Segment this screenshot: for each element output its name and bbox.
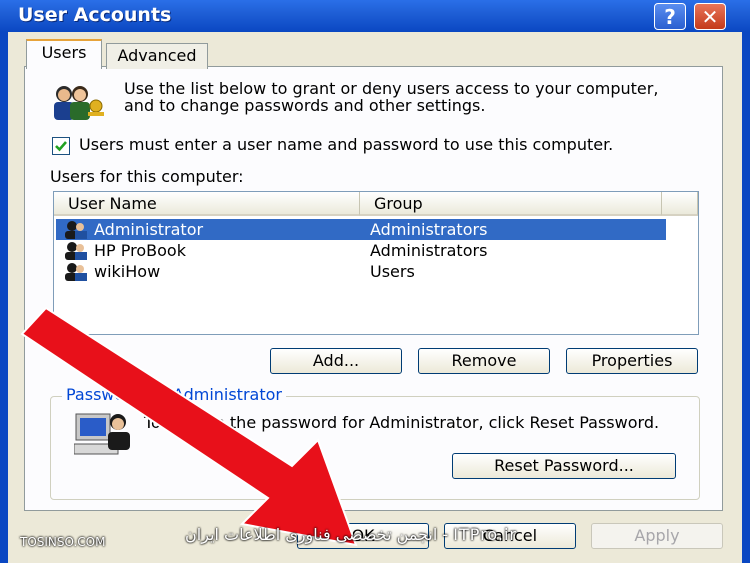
password-group-legend: Password for Administrator: [62, 385, 286, 404]
reset-password-button[interactable]: Reset Password...: [452, 453, 676, 479]
user-row-hp-probook[interactable]: HP ProBook Administrators: [56, 240, 666, 261]
user-group: Administrators: [370, 241, 488, 260]
window-border-right: [742, 32, 750, 563]
watermark-left: TOSINSO.COM: [20, 535, 106, 549]
tab-users[interactable]: Users: [26, 39, 102, 69]
properties-button[interactable]: Properties: [566, 348, 698, 374]
users-list[interactable]: User Name Group Administrator Administra…: [53, 191, 699, 335]
column-header-group[interactable]: Group: [360, 192, 662, 216]
user-name: HP ProBook: [94, 241, 186, 260]
user-icon: [65, 263, 87, 281]
watermark-center: انجمن تخصصی فناوری اطلاعات ایران - ITPro…: [185, 525, 517, 544]
close-icon: ✕: [701, 5, 719, 29]
title-bar: User Accounts ? ✕: [0, 0, 750, 32]
user-accounts-window: User Accounts ? ✕ Users Advanced Use the…: [0, 0, 750, 563]
help-button[interactable]: ?: [654, 3, 686, 30]
column-header-filler: [662, 192, 698, 216]
checkmark-icon: [55, 141, 67, 152]
user-row-wikihow[interactable]: wikiHow Users: [56, 261, 666, 282]
tab-advanced[interactable]: Advanced: [106, 43, 208, 69]
user-group: Administrators: [370, 220, 488, 239]
user-name: wikiHow: [94, 262, 161, 281]
computer-user-icon: [74, 413, 130, 455]
user-group: Users: [370, 262, 415, 281]
users-list-label: Users for this computer:: [50, 167, 244, 186]
window-title: User Accounts: [18, 4, 172, 26]
add-user-button[interactable]: Add...: [270, 348, 402, 374]
require-login-label: Users must enter a user name and passwor…: [79, 135, 614, 154]
users-keys-icon: [54, 86, 104, 120]
column-header-user-name[interactable]: User Name: [54, 192, 360, 216]
intro-text: Use the list below to grant or deny user…: [124, 79, 659, 115]
help-icon: ?: [664, 5, 676, 29]
user-icon: [65, 221, 87, 239]
window-border-left: [0, 32, 8, 563]
apply-button[interactable]: Apply: [591, 523, 723, 549]
password-groupbox: [50, 396, 700, 500]
user-icon: [65, 242, 87, 260]
user-name: Administrator: [94, 220, 204, 239]
remove-user-button[interactable]: Remove: [418, 348, 550, 374]
require-login-checkbox[interactable]: [52, 137, 70, 155]
close-button[interactable]: ✕: [694, 3, 726, 30]
user-row-administrator[interactable]: Administrator Administrators: [56, 219, 666, 240]
password-instructions: To change the password for Administrator…: [144, 413, 660, 432]
